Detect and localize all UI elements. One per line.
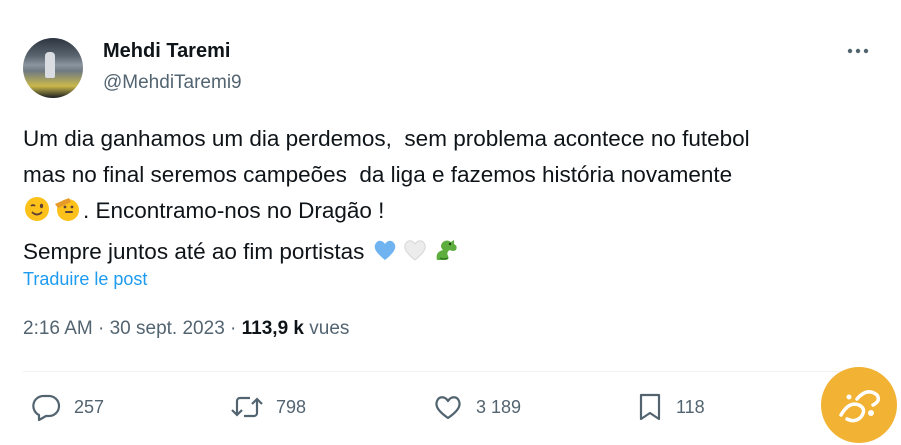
like-count: 3 189 [476, 396, 522, 417]
reply-icon [32, 394, 61, 421]
tweet-line-3: . Encontramo-nos no Dragão ! [83, 198, 385, 223]
like-button[interactable]: 3 189 [432, 392, 521, 422]
tweet-line-1: Um dia ganhamos um dia perdemos, sem pro… [23, 126, 750, 151]
tweet-meta: 2:16 AM · 30 sept. 2023 · 113,9 k vues [23, 318, 349, 340]
tweet-line-2: mas no final seremos campeões da liga e … [23, 162, 733, 187]
translate-post-link[interactable]: Traduire le post [23, 269, 147, 290]
winking-face-emoji-icon [23, 195, 51, 234]
views-count: 113,9 k [241, 318, 304, 339]
dragon-emoji-icon [431, 236, 461, 275]
tweet-text: Um dia ganhamos um dia perdemos, sem pro… [23, 121, 883, 275]
bookmark-count: 118 [676, 396, 705, 417]
avatar-figure [45, 52, 55, 78]
tweet-time[interactable]: 2:16 AM [23, 318, 93, 339]
bookmark-icon [639, 393, 661, 421]
repost-button[interactable]: 798 [230, 392, 306, 422]
repost-icon [231, 396, 263, 418]
avatar[interactable] [23, 38, 83, 98]
light-blue-heart-emoji-icon [371, 236, 399, 275]
saluting-face-emoji-icon [53, 195, 81, 234]
author-handle[interactable]: @MehdiTaremi9 [103, 72, 242, 94]
white-heart-emoji-icon [401, 236, 429, 275]
calligraphy-logo-icon [839, 390, 881, 423]
divider [23, 371, 878, 372]
tweet-date[interactable]: 30 sept. 2023 [110, 318, 225, 339]
bookmark-button[interactable]: 118 [636, 392, 705, 422]
more-options-button[interactable] [843, 38, 873, 64]
meta-separator-2: · [224, 318, 242, 339]
repost-count: 798 [276, 396, 307, 417]
author-display-name[interactable]: Mehdi Taremi [103, 40, 230, 63]
heart-icon [435, 396, 461, 420]
meta-separator: · [92, 318, 110, 339]
more-icon [847, 48, 869, 54]
views-label: vues [304, 318, 350, 339]
tweet-line-4: Sempre juntos até ao fim portistas [23, 239, 371, 264]
watermark-logo [821, 367, 897, 443]
reply-button[interactable]: 257 [30, 392, 104, 422]
reply-count: 257 [74, 396, 105, 417]
